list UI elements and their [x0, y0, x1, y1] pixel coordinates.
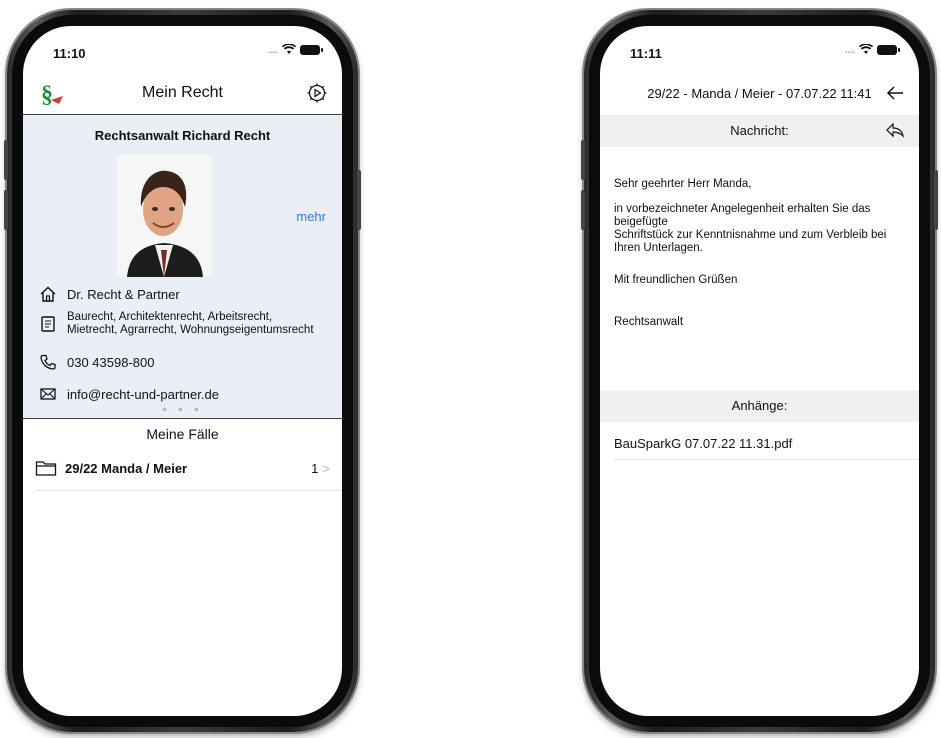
message-header-band: Nachricht:	[600, 115, 919, 147]
status-indicators: ....	[844, 44, 900, 55]
areas-row: Baurecht, Architektenrecht, Arbeitsrecht…	[39, 311, 336, 337]
status-time: 11:10	[53, 46, 86, 61]
right-phone-frame: 11:11 .... 29/22 - Manda / Meier - 07.07…	[581, 10, 938, 732]
arrow-left-icon[interactable]	[885, 84, 905, 102]
lawyer-name: Rechtsanwalt Richard Recht	[94, 128, 271, 143]
practice-areas: Baurecht, Architektenrecht, Arbeitsrecht…	[67, 311, 314, 337]
message-body-line4: Ihren Unterlagen.	[614, 242, 703, 254]
message-body: in vorbezeichneter Angelegenheit erhalte…	[614, 203, 913, 255]
mail-icon	[40, 388, 56, 400]
nav-bar: 29/22 - Manda / Meier - 07.07.22 11:41	[600, 72, 919, 114]
left-screen: 11:10 .... § Mein Recht Rechtsanwalt Ric…	[23, 26, 342, 716]
attachments-header-band: Anhänge:	[600, 390, 919, 422]
case-count: 1	[311, 460, 319, 476]
phone-icon	[40, 354, 56, 370]
book-icon	[41, 316, 55, 332]
chevron-right-icon: >	[322, 460, 330, 476]
signal-dots: ....	[844, 44, 855, 55]
reply-icon[interactable]	[885, 121, 905, 139]
case-name: 29/22 Manda / Meier	[65, 460, 188, 476]
phone-row[interactable]: 030 43598-800	[39, 353, 336, 371]
power-button	[357, 170, 361, 230]
wifi-icon	[859, 44, 873, 54]
power-button	[934, 170, 938, 230]
signal-dots: ....	[267, 44, 278, 55]
status-indicators: ....	[267, 44, 323, 55]
message-body-line1: in vorbezeichneter Angelegenheit erhalte…	[614, 203, 871, 215]
practice-areas-line1: Baurecht, Architektenrecht, Arbeitsrecht…	[67, 311, 273, 323]
battery-icon	[300, 44, 323, 55]
message-closing: Mit freundlichen Grüßen	[614, 274, 738, 286]
lawyer-profile-card[interactable]: Rechtsanwalt Richard Recht mehr Dr. Rech…	[23, 115, 342, 419]
nav-title: Mein Recht	[142, 84, 223, 101]
folder-icon	[35, 461, 57, 476]
email-row[interactable]: info@recht-und-partner.de	[39, 385, 336, 403]
left-phone-frame: 11:10 .... § Mein Recht Rechtsanwalt Ric…	[4, 10, 361, 732]
email-address[interactable]: info@recht-und-partner.de	[67, 387, 219, 402]
gear-icon[interactable]	[306, 82, 328, 104]
home-icon	[40, 286, 56, 302]
phone-number[interactable]: 030 43598-800	[67, 355, 154, 370]
volume-button	[4, 140, 8, 180]
message-salutation: Sehr geehrter Herr Manda,	[614, 178, 752, 190]
practice-areas-line2: Mietrecht, Agrarrecht, Wohnungseigentums…	[67, 324, 314, 336]
case-list-item[interactable]: 29/22 Manda / Meier 1 >	[35, 446, 342, 491]
lawyer-photo	[117, 155, 212, 277]
page-indicator[interactable]: ● ● ●	[23, 404, 342, 414]
attachment-item[interactable]: BauSparkG 07.07.22 11.31.pdf	[614, 427, 919, 460]
status-time: 11:11	[630, 46, 662, 61]
volume-button	[4, 190, 8, 230]
wifi-icon	[282, 44, 296, 54]
status-bar: 11:11 ....	[630, 44, 900, 64]
right-screen: 11:11 .... 29/22 - Manda / Meier - 07.07…	[600, 26, 919, 716]
attachment-filename[interactable]: BauSparkG 07.07.22 11.31.pdf	[614, 436, 792, 451]
nav-bar: § Mein Recht	[23, 72, 342, 115]
message-label: Nachricht:	[730, 123, 789, 138]
message-body-line2: beigefügte	[614, 216, 668, 228]
attachments-label: Anhänge:	[731, 398, 788, 413]
message-body-line3: Schriftstück zur Kenntnisnahme und zum V…	[614, 229, 887, 241]
battery-icon	[877, 44, 900, 55]
volume-button	[581, 190, 585, 230]
message-signature: Rechtsanwalt	[614, 316, 684, 328]
cases-section-title: Meine Fälle	[146, 426, 219, 442]
volume-button	[581, 140, 585, 180]
message-title: 29/22 - Manda / Meier - 07.07.22 11:41	[647, 86, 872, 101]
more-link[interactable]: mehr	[296, 209, 326, 224]
status-bar: 11:10 ....	[53, 44, 323, 64]
firm-name: Dr. Recht & Partner	[67, 286, 180, 302]
firm-row: Dr. Recht & Partner	[39, 285, 336, 303]
